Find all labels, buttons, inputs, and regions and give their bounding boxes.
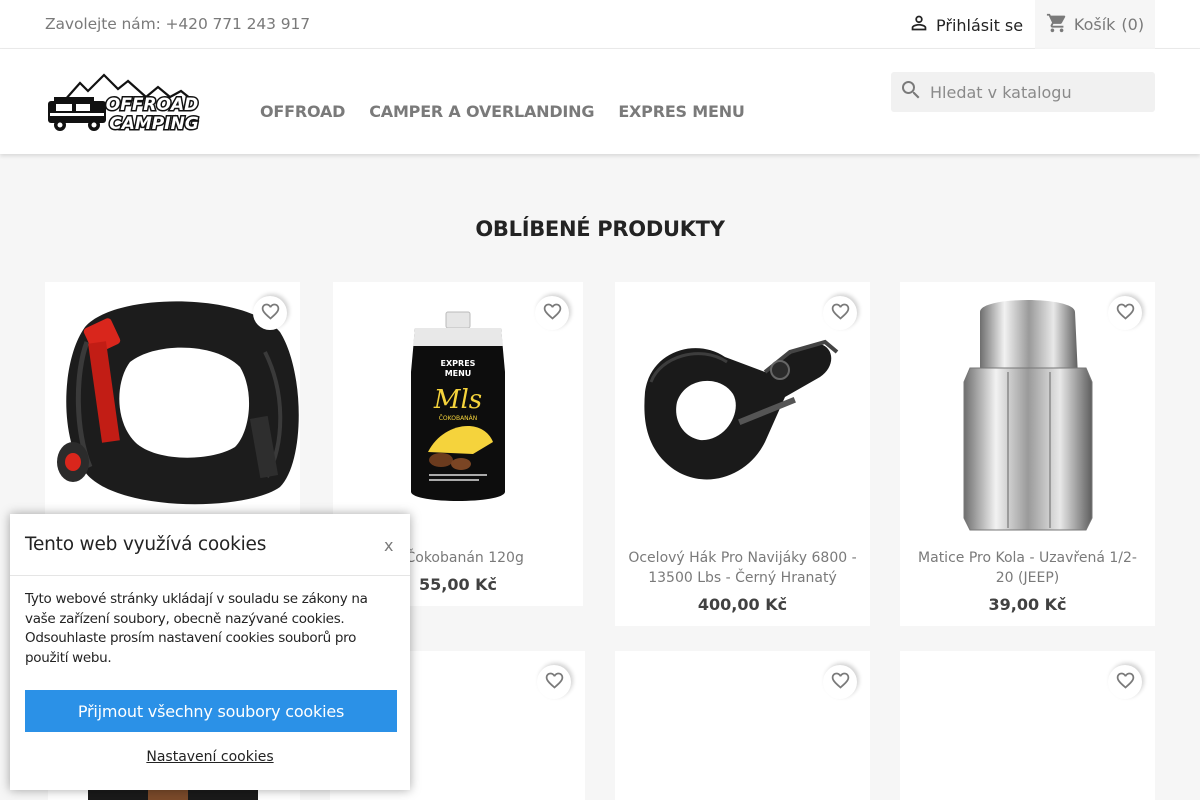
product-card[interactable] bbox=[45, 282, 300, 532]
product-card[interactable]: Matice Pro Kola - Uzavřená 1/2-20 (JEEP)… bbox=[900, 282, 1155, 626]
pouch-title: Mls bbox=[433, 385, 482, 415]
product-card[interactable] bbox=[615, 651, 870, 800]
logo-text-camping: CAMPING bbox=[109, 114, 199, 133]
heart-outline-icon bbox=[1115, 301, 1136, 326]
product-price: 400,00 Kč bbox=[697, 595, 788, 614]
favorite-button[interactable] bbox=[535, 296, 569, 330]
favorite-button[interactable] bbox=[823, 665, 857, 699]
product-name[interactable]: Ocelový Hák Pro Navijáky 6800 - 13500 Lb… bbox=[625, 548, 860, 588]
nav-item-camper[interactable]: CAMPER A OVERLANDING bbox=[369, 102, 594, 121]
main-header: OFFROAD CAMPING OFFROAD CAMPER A OVERLAN… bbox=[0, 49, 1200, 154]
heart-outline-icon bbox=[542, 301, 563, 326]
cookie-settings-link[interactable]: Nastavení cookies bbox=[10, 749, 410, 765]
search-box bbox=[891, 72, 1155, 112]
pouch-brand-line-1: EXPRES bbox=[441, 359, 476, 368]
top-bar: Zavolejte nám: +420 771 243 917 Přihlási… bbox=[0, 0, 1200, 49]
main-nav: OFFROAD CAMPER A OVERLANDING EXPRES MENU bbox=[260, 102, 769, 121]
cart-button[interactable]: Košík (0) bbox=[1035, 0, 1155, 49]
favorite-button[interactable] bbox=[537, 665, 571, 699]
cart-icon bbox=[1046, 12, 1068, 38]
login-link[interactable]: Přihlásit se bbox=[908, 12, 1023, 38]
close-icon[interactable]: x bbox=[384, 536, 393, 555]
favorite-button[interactable] bbox=[1108, 665, 1142, 699]
heart-outline-icon bbox=[830, 670, 851, 695]
nav-item-offroad[interactable]: OFFROAD bbox=[260, 102, 345, 121]
person-icon bbox=[908, 12, 930, 38]
favorite-button[interactable] bbox=[253, 296, 287, 330]
cookie-dialog: Tento web využívá cookies x Tyto webové … bbox=[10, 514, 410, 790]
pouch-brand-line-2: MENU bbox=[445, 369, 472, 378]
cart-count: (0) bbox=[1121, 15, 1145, 34]
product-price: 39,00 Kč bbox=[988, 595, 1067, 614]
product-card[interactable]: Ocelový Hák Pro Navijáky 6800 - 13500 Lb… bbox=[615, 282, 870, 626]
search-icon[interactable] bbox=[891, 78, 923, 106]
site-logo[interactable]: OFFROAD CAMPING bbox=[46, 73, 202, 136]
heart-outline-icon bbox=[830, 301, 851, 326]
favorite-button[interactable] bbox=[823, 296, 857, 330]
login-label: Přihlásit se bbox=[936, 15, 1024, 35]
accept-all-cookies-button[interactable]: Přijmout všechny soubory cookies bbox=[25, 690, 397, 732]
heart-outline-icon bbox=[544, 670, 565, 695]
product-card[interactable] bbox=[900, 651, 1155, 800]
cookie-title: Tento web využívá cookies bbox=[25, 534, 267, 555]
pouch-subtitle: ČOKOBANÁN bbox=[439, 415, 478, 422]
heart-outline-icon bbox=[1115, 670, 1136, 695]
nav-item-expres-menu[interactable]: EXPRES MENU bbox=[618, 102, 745, 121]
logo-text-offroad: OFFROAD bbox=[106, 95, 199, 115]
cookie-text: Tyto webové stránky ukládají v souladu s… bbox=[25, 591, 368, 666]
section-title: OBLÍBENÉ PRODUKTY bbox=[475, 217, 725, 241]
favorite-button[interactable] bbox=[1108, 296, 1142, 330]
product-name[interactable]: Matice Pro Kola - Uzavřená 1/2-20 (JEEP) bbox=[910, 548, 1145, 588]
divider bbox=[10, 575, 410, 576]
cart-label: Košík bbox=[1073, 15, 1116, 34]
search-input[interactable] bbox=[930, 82, 1140, 102]
heart-outline-icon bbox=[260, 301, 281, 326]
contact-phone: Zavolejte nám: +420 771 243 917 bbox=[45, 15, 311, 33]
